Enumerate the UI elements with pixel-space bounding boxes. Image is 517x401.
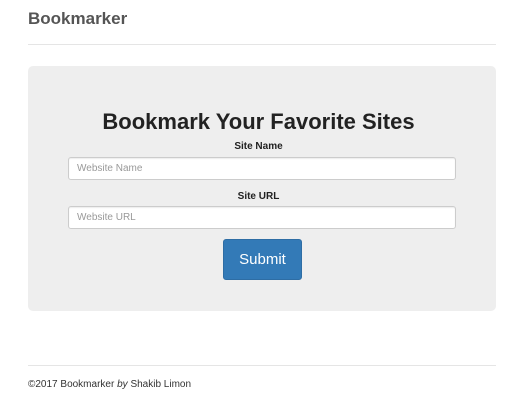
page: Bookmarker Bookmark Your Favorite Sites …: [0, 0, 517, 401]
site-name-input[interactable]: [68, 157, 456, 180]
footer-copyright: ©2017 Bookmarker: [28, 379, 115, 390]
footer-author: Shakib Limon: [130, 379, 192, 390]
site-url-input[interactable]: [68, 206, 456, 229]
footer: ©2017 Bookmarker by Shakib Limon: [28, 379, 191, 391]
footer-divider: [28, 365, 496, 366]
site-url-label: Site URL: [237, 191, 280, 202]
form-title: Bookmark Your Favorite Sites: [102, 109, 415, 134]
header: Bookmarker: [28, 9, 496, 29]
site-name-label: Site Name: [234, 141, 283, 152]
header-divider: [28, 44, 496, 45]
brand-title: Bookmarker: [28, 9, 128, 28]
footer-by: by: [117, 379, 128, 390]
submit-button[interactable]: Submit: [223, 239, 302, 280]
